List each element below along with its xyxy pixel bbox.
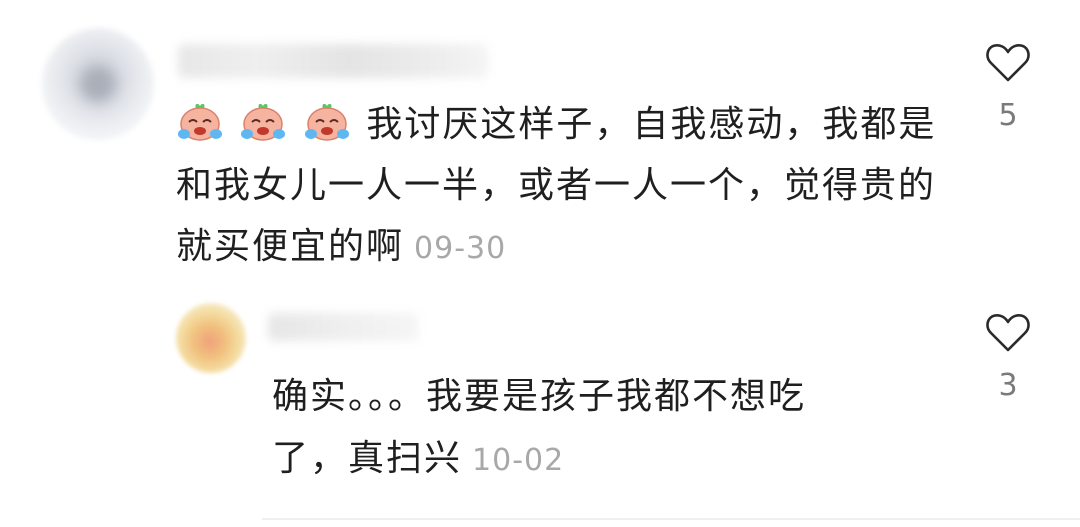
avatar[interactable] <box>42 28 154 140</box>
username-blurred[interactable] <box>268 313 418 341</box>
crying-face-sticker-icon <box>176 103 239 145</box>
divider <box>262 518 1080 520</box>
like-count: 5 <box>998 98 1018 133</box>
crying-face-sticker-icon <box>303 103 366 145</box>
crying-face-sticker-icon <box>239 103 302 145</box>
comment-date: 09-30 <box>414 231 507 266</box>
reply-text-block[interactable]: 确实。。。我要是孩子我都不想吃了，真扫兴 10-02 <box>272 366 872 492</box>
like-button[interactable]: 3 <box>978 312 1038 403</box>
comment-text-block[interactable]: 我讨厌这样子，自我感动，我都是和我女儿一人一半，或者一人一个，觉得贵的就买便宜的… <box>176 94 946 279</box>
heart-outline-icon <box>978 312 1038 354</box>
like-button[interactable]: 5 <box>978 42 1038 133</box>
avatar[interactable] <box>176 303 246 373</box>
heart-outline-icon <box>978 42 1038 84</box>
username-blurred[interactable] <box>178 44 488 78</box>
like-count: 3 <box>998 368 1018 403</box>
reply-date: 10-02 <box>472 443 565 478</box>
